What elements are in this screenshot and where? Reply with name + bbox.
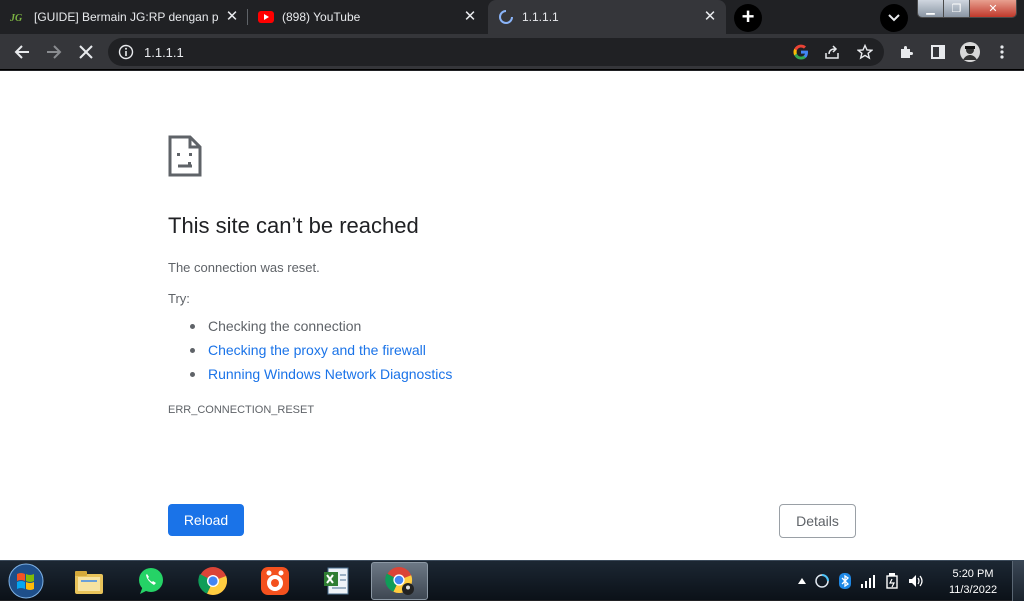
tab-title: 1.1.1.1 xyxy=(522,10,559,24)
arrow-right-icon xyxy=(47,45,62,59)
taskbar-document[interactable] xyxy=(310,562,364,600)
sad-page-icon xyxy=(168,135,202,177)
tab-title: [GUIDE] Bermain JG:RP dengan p xyxy=(34,10,219,24)
page-title: This site can’t be reached xyxy=(168,213,419,238)
bullet xyxy=(190,323,195,329)
taskbar-explorer[interactable] xyxy=(62,562,116,600)
profile-avatar[interactable] xyxy=(956,38,984,66)
kebab-menu-icon xyxy=(1000,45,1004,59)
stop-loading-button[interactable] xyxy=(72,38,100,66)
proxy-firewall-link[interactable]: Checking the proxy and the firewall xyxy=(208,342,426,358)
address-bar[interactable]: 1.1.1.1 xyxy=(108,38,884,66)
url-text[interactable]: 1.1.1.1 xyxy=(144,45,184,60)
tab-separator xyxy=(247,9,248,25)
tab-search-button[interactable] xyxy=(880,4,908,32)
suggestion-list: Checking the connection Checking the pro… xyxy=(190,314,452,386)
tray-expand-icon[interactable] xyxy=(794,578,810,584)
extensions-button[interactable] xyxy=(892,38,920,66)
details-button[interactable]: Details xyxy=(779,504,856,538)
list-item: Running Windows Network Diagnostics xyxy=(190,362,452,386)
minimize-button[interactable]: ▁ xyxy=(918,0,944,17)
bookmark-star-icon[interactable] xyxy=(857,38,873,66)
volume-icon[interactable] xyxy=(904,574,928,588)
windows-explorer-icon xyxy=(75,571,103,594)
side-panel-button[interactable] xyxy=(924,38,952,66)
list-item: Checking the connection xyxy=(190,314,452,338)
youtube-icon xyxy=(258,9,274,25)
taskbar-chrome[interactable] xyxy=(186,562,240,600)
back-button[interactable] xyxy=(8,38,36,66)
signal-icon[interactable] xyxy=(856,574,880,588)
taskbar-clock[interactable]: 5:20 PM 11/3/2022 xyxy=(940,566,1006,598)
try-label: Try: xyxy=(168,291,190,306)
windows-start-icon xyxy=(8,563,44,599)
jg-logo-icon: JG xyxy=(10,9,26,25)
menu-button[interactable] xyxy=(988,38,1016,66)
maximize-button[interactable]: ❐ xyxy=(944,0,970,17)
reload-button[interactable]: Reload xyxy=(168,504,244,536)
system-tray xyxy=(794,561,928,601)
close-tab-icon[interactable]: ✕ xyxy=(702,9,718,25)
chrome-active-icon xyxy=(384,567,414,595)
puzzle-icon xyxy=(901,46,913,58)
error-message: The connection was reset. xyxy=(168,260,320,275)
tab-youtube[interactable]: (898) YouTube ✕ xyxy=(258,0,486,34)
document-icon xyxy=(324,567,349,595)
google-lens-icon[interactable] xyxy=(792,38,810,66)
power-icon[interactable] xyxy=(880,573,904,589)
network-diagnostics-link[interactable]: Running Windows Network Diagnostics xyxy=(208,366,452,382)
nox-icon xyxy=(261,567,289,595)
windows-taskbar: 5:20 PM 11/3/2022 xyxy=(0,560,1024,601)
start-button[interactable] xyxy=(6,562,46,600)
chevron-down-icon xyxy=(888,14,900,22)
close-icon xyxy=(79,45,93,59)
new-tab-button[interactable]: + xyxy=(734,4,762,32)
clock-date: 11/3/2022 xyxy=(948,584,998,596)
bullet xyxy=(190,347,195,353)
tab-active[interactable]: 1.1.1.1 ✕ xyxy=(488,0,726,34)
suggestion-text: Checking the connection xyxy=(208,318,362,334)
forward-button[interactable] xyxy=(40,38,68,66)
whatsapp-icon xyxy=(139,568,163,594)
taskbar-chrome-active[interactable] xyxy=(371,562,428,600)
browser-toolbar: 1.1.1.1 xyxy=(0,34,1024,70)
show-desktop-button[interactable] xyxy=(1012,561,1024,601)
close-tab-icon[interactable]: ✕ xyxy=(224,9,240,25)
close-window-button[interactable]: ✕ xyxy=(970,0,1016,17)
list-item: Checking the proxy and the firewall xyxy=(190,338,452,362)
chrome-icon xyxy=(198,567,228,595)
window-controls: ▁ ❐ ✕ xyxy=(917,0,1017,18)
bluetooth-icon[interactable] xyxy=(834,573,856,589)
info-icon[interactable] xyxy=(118,44,134,60)
bullet xyxy=(190,371,195,377)
tab-title: (898) YouTube xyxy=(282,10,361,24)
taskbar-whatsapp[interactable] xyxy=(124,562,178,600)
tab-guide[interactable]: JG [GUIDE] Bermain JG:RP dengan p ✕ xyxy=(10,0,248,34)
share-icon[interactable] xyxy=(824,38,840,66)
taskbar-nox[interactable] xyxy=(248,562,302,600)
error-page: This site can’t be reached The connectio… xyxy=(0,71,1024,560)
close-tab-icon[interactable]: ✕ xyxy=(462,9,478,25)
arrow-left-icon xyxy=(14,45,29,59)
side-panel-icon xyxy=(931,45,945,59)
loading-spinner-icon xyxy=(498,9,514,25)
clock-time: 5:20 PM xyxy=(952,568,994,580)
sync-icon[interactable] xyxy=(810,573,834,589)
avatar-icon xyxy=(960,42,980,62)
tab-strip: JG [GUIDE] Bermain JG:RP dengan p ✕ (898… xyxy=(0,0,1024,34)
svg-text:JG: JG xyxy=(10,13,23,23)
error-code: ERR_CONNECTION_RESET xyxy=(168,404,315,416)
